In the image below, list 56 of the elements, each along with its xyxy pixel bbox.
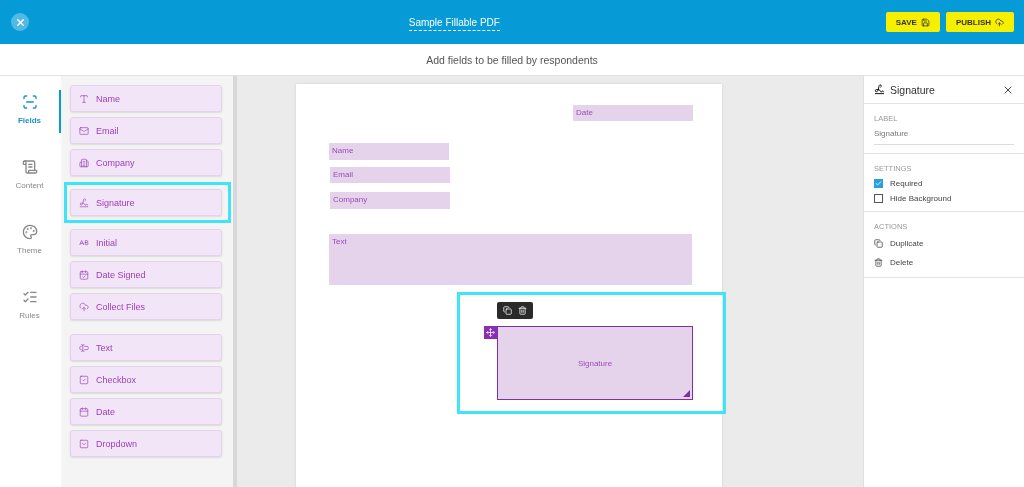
field-palette-item[interactable]: Checkbox [70, 366, 222, 393]
dropdown-icon [79, 438, 89, 449]
cloud-upload-icon [79, 301, 89, 312]
close-icon [14, 16, 26, 28]
copy-icon [874, 239, 883, 248]
panel-title: Signature [890, 83, 936, 96]
option-label: Hide Background [890, 194, 952, 203]
scan-frame-icon [21, 94, 38, 110]
field-palette-item[interactable]: Text [70, 334, 222, 361]
palette-icon [21, 224, 38, 240]
publish-button[interactable]: PUBLISH [945, 12, 1014, 32]
checkbox[interactable] [874, 179, 883, 188]
form-field[interactable]: Email [330, 167, 450, 183]
letters-icon [79, 237, 89, 248]
envelope-icon [79, 125, 89, 136]
label-field[interactable]: Signature [874, 129, 1014, 145]
resize-handle-icon[interactable] [683, 390, 690, 397]
delete-button[interactable]: Delete [874, 256, 1014, 269]
calendar-icon [79, 406, 89, 417]
nav-tab[interactable]: Rules [0, 285, 61, 328]
scroll-icon [21, 159, 38, 175]
text-area-field[interactable]: Text [329, 234, 692, 285]
checklist-icon [21, 289, 38, 305]
field-palette-item[interactable]: Signature [70, 189, 222, 216]
form-field[interactable]: Company [330, 192, 450, 209]
field-palette-item[interactable]: Date [70, 398, 222, 425]
field-palette-item[interactable]: Initial [70, 229, 222, 256]
field-palette-item[interactable]: Email [70, 117, 222, 144]
instruction-text: Add fields to be filled by respondents [426, 53, 598, 66]
field-palette-item[interactable]: Dropdown [70, 430, 222, 457]
save-button[interactable]: SAVE [885, 12, 940, 32]
duplicate-button[interactable]: Duplicate [874, 237, 1014, 250]
building-icon [79, 157, 89, 168]
document-title[interactable]: Sample Fillable PDF [408, 16, 500, 31]
form-field[interactable]: Name [329, 143, 449, 160]
nav-tab[interactable]: Theme [0, 220, 61, 263]
signature-icon [874, 84, 885, 95]
signature-field[interactable]: Signature [497, 326, 693, 400]
checkbox[interactable] [874, 194, 883, 203]
field-palette-item[interactable]: Company [70, 149, 222, 176]
form-field[interactable]: Date [573, 105, 693, 121]
trash-icon[interactable] [518, 306, 527, 315]
cloud-upload-icon [995, 17, 1004, 27]
text-box-icon [79, 93, 89, 104]
field-palette-item[interactable]: Collect Files [70, 293, 222, 320]
text-cursor-icon [79, 342, 89, 353]
trash-icon [874, 258, 883, 267]
move-handle[interactable] [484, 326, 497, 339]
field-palette-item[interactable]: Name [70, 85, 222, 112]
option-label: Required [890, 179, 923, 188]
nav-tab[interactable]: Content [0, 155, 61, 198]
checkbox-icon [79, 374, 89, 385]
signature-icon [79, 197, 89, 208]
calendar-check-icon [79, 269, 89, 280]
duplicate-icon[interactable] [503, 306, 512, 315]
field-palette-item[interactable]: Date Signed [70, 261, 222, 288]
